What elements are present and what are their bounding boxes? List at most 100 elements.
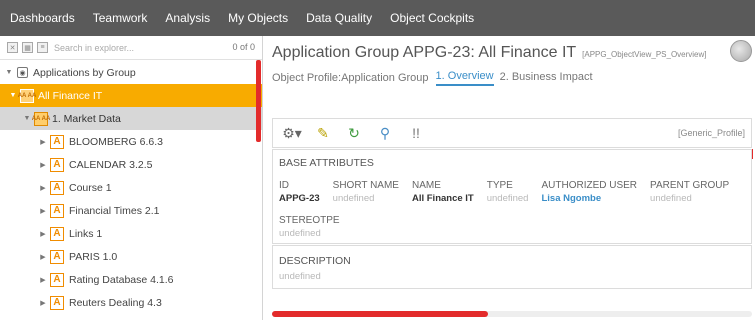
tree-item-application[interactable]: ▶ A CALENDAR 3.2.5 <box>0 153 262 176</box>
grid-view-icon[interactable]: ▦ <box>22 42 33 53</box>
expand-arrow-icon[interactable]: ▶ <box>38 230 48 238</box>
application-icon: A <box>50 203 64 218</box>
tree-item-application[interactable]: ▶ A PARIS 1.0 <box>0 245 262 268</box>
search-result-count: 0 of 0 <box>232 42 255 52</box>
expand-arrow-icon[interactable]: ▶ <box>38 207 48 215</box>
nav-teamwork[interactable]: Teamwork <box>84 0 157 36</box>
application-icon: A <box>50 157 64 172</box>
application-icon: A <box>50 180 64 195</box>
tabs-row: Object Profile:Application Group 1. Over… <box>272 70 599 86</box>
attr-value: undefined <box>332 193 375 204</box>
tree-item-label: PARIS 1.0 <box>69 250 118 263</box>
expand-arrow-icon[interactable]: ▶ <box>38 161 48 169</box>
expand-arrow-icon[interactable]: ▶ <box>38 184 48 192</box>
explorer-toolbar: ✕ ▦ ≡ 0 of 0 <box>0 36 262 60</box>
expand-arrow-icon[interactable]: ▶ <box>38 253 48 261</box>
attr-value: APPG-23 <box>279 193 320 204</box>
object-view: Application Group APPG-23: All Finance I… <box>264 36 755 320</box>
refresh-icon[interactable]: ↻ <box>343 122 365 144</box>
explorer-tree: ▼ ◉ Applications by Group ▼ AA AA All Fi… <box>0 61 262 314</box>
tree-item-application[interactable]: ▶ A Course 1 <box>0 176 262 199</box>
explorer-panel: ✕ ▦ ≡ 0 of 0 ▼ ◉ Applications by Group ▼… <box>0 36 263 320</box>
attr-head: SHORT NAME <box>332 180 399 191</box>
page-title: Application Group APPG-23: All Finance I… <box>272 44 577 61</box>
edit-icon[interactable]: ✎ <box>312 122 334 144</box>
tree-item-all-finance-it[interactable]: ▼ AA AA All Finance IT <box>0 84 262 107</box>
explorer-search-input[interactable] <box>54 39 204 56</box>
tree-item-label: 1. Market Data <box>52 112 121 125</box>
settings-icon[interactable]: ⚙▾ <box>281 122 303 144</box>
application-icon: A <box>50 249 64 264</box>
tree-item-label: Financial Times 2.1 <box>69 204 160 217</box>
application-icon: A <box>50 272 64 287</box>
nav-object-cockpits[interactable]: Object Cockpits <box>381 0 483 36</box>
marker-icon[interactable]: !! <box>405 122 427 144</box>
attr-head: ID <box>279 180 289 191</box>
attr-type: TYPE undefined <box>487 179 529 205</box>
base-attributes-card: BASE ATTRIBUTES ID APPG-23 SHORT NAME un… <box>272 149 752 244</box>
nav-my-objects[interactable]: My Objects <box>219 0 297 36</box>
expand-arrow-icon[interactable]: ▼ <box>8 92 18 99</box>
top-navigation: Dashboards Teamwork Analysis My Objects … <box>0 0 755 36</box>
authorized-user-link[interactable]: Lisa Ngombe <box>541 192 637 205</box>
application-group-icon: AA AA <box>32 111 50 126</box>
tab-business-impact[interactable]: 2. Business Impact <box>500 71 593 85</box>
tab-overview[interactable]: 1. Overview <box>435 70 494 86</box>
expand-arrow-icon[interactable]: ▶ <box>38 276 48 284</box>
attr-head: TYPE <box>486 180 513 191</box>
attr-value: undefined <box>486 193 529 204</box>
attr-head: STEREOTPE <box>279 215 340 226</box>
nav-analysis[interactable]: Analysis <box>156 0 219 36</box>
attr-value: undefined <box>650 193 692 204</box>
scrollbar-thumb[interactable] <box>272 311 488 317</box>
tree-item-application[interactable]: ▶ A Rating Database 4.1.6 <box>0 268 262 291</box>
tree-item-application[interactable]: ▶ A BLOOMBERG 6.6.3 <box>0 130 262 153</box>
attr-id: ID APPG-23 <box>279 179 320 205</box>
breadcrumb[interactable]: Object Profile:Application Group <box>272 72 429 84</box>
tree-item-label: All Finance IT <box>38 89 103 102</box>
application-icon: A <box>50 134 64 149</box>
title-row: Application Group APPG-23: All Finance I… <box>272 44 742 62</box>
tree-item-label: BLOOMBERG 6.6.3 <box>69 135 163 148</box>
tree-item-label: Links 1 <box>69 227 103 240</box>
object-toolbar: ⚙▾ ✎ ↻ ⚲ !! [Generic_Profile] <box>272 118 753 159</box>
description-card: DESCRIPTION undefined <box>272 245 752 289</box>
expand-arrow-icon[interactable]: ▶ <box>38 299 48 307</box>
attr-head: PARENT GROUP <box>650 180 730 191</box>
expand-arrow-icon[interactable]: ▶ <box>38 138 48 146</box>
application-icon: A <box>50 226 64 241</box>
description-value: undefined <box>279 271 321 282</box>
nav-data-quality[interactable]: Data Quality <box>297 0 381 36</box>
tree-item-label: Course 1 <box>69 181 112 194</box>
tree-item-label: Reuters Dealing 4.3 <box>69 296 162 309</box>
attr-parent-group: PARENT GROUP undefined <box>650 179 729 205</box>
tree-item-label: Rating Database 4.1.6 <box>69 273 174 286</box>
expand-arrow-icon[interactable]: ▼ <box>22 115 32 122</box>
tree-item-market-data[interactable]: ▼ AA AA 1. Market Data <box>0 107 262 130</box>
attr-head: AUTHORIZED USER <box>541 180 638 191</box>
attr-authorized-user: AUTHORIZED USER Lisa Ngombe <box>541 179 637 205</box>
attr-name: NAME All Finance IT <box>412 179 474 205</box>
profile-tag: [Generic_Profile] <box>677 128 745 138</box>
tree-view-icon[interactable]: ≡ <box>37 42 48 53</box>
attr-short-name: SHORT NAME undefined <box>333 179 399 205</box>
expand-arrow-icon[interactable]: ▼ <box>4 69 14 76</box>
view-code: [APPG_ObjectView_PS_Overview] <box>582 50 707 59</box>
pin-icon[interactable]: ⚲ <box>374 122 396 144</box>
section-title: DESCRIPTION <box>279 255 351 267</box>
application-group-icon: AA AA <box>18 88 36 103</box>
nav-dashboards[interactable]: Dashboards <box>0 0 84 36</box>
attributes-grid: ID APPG-23 SHORT NAME undefined NAME All… <box>279 179 742 205</box>
attr-stereotype: STEREOTPE undefined <box>279 214 340 240</box>
cockpit-options-icon[interactable] <box>730 40 752 62</box>
attr-value: All Finance IT <box>411 193 474 204</box>
explorer-scroll-indicator[interactable] <box>256 60 261 142</box>
tree-item-application[interactable]: ▶ A Financial Times 2.1 <box>0 199 262 222</box>
tree-item-applications-by-group[interactable]: ▼ ◉ Applications by Group <box>0 61 262 84</box>
horizontal-scrollbar[interactable] <box>272 311 752 317</box>
collapse-all-icon[interactable]: ✕ <box>7 42 18 53</box>
tree-item-application[interactable]: ▶ A Links 1 <box>0 222 262 245</box>
attr-head: NAME <box>411 180 441 191</box>
tree-item-application[interactable]: ▶ A Reuters Dealing 4.3 <box>0 291 262 314</box>
attr-value: undefined <box>279 228 321 239</box>
